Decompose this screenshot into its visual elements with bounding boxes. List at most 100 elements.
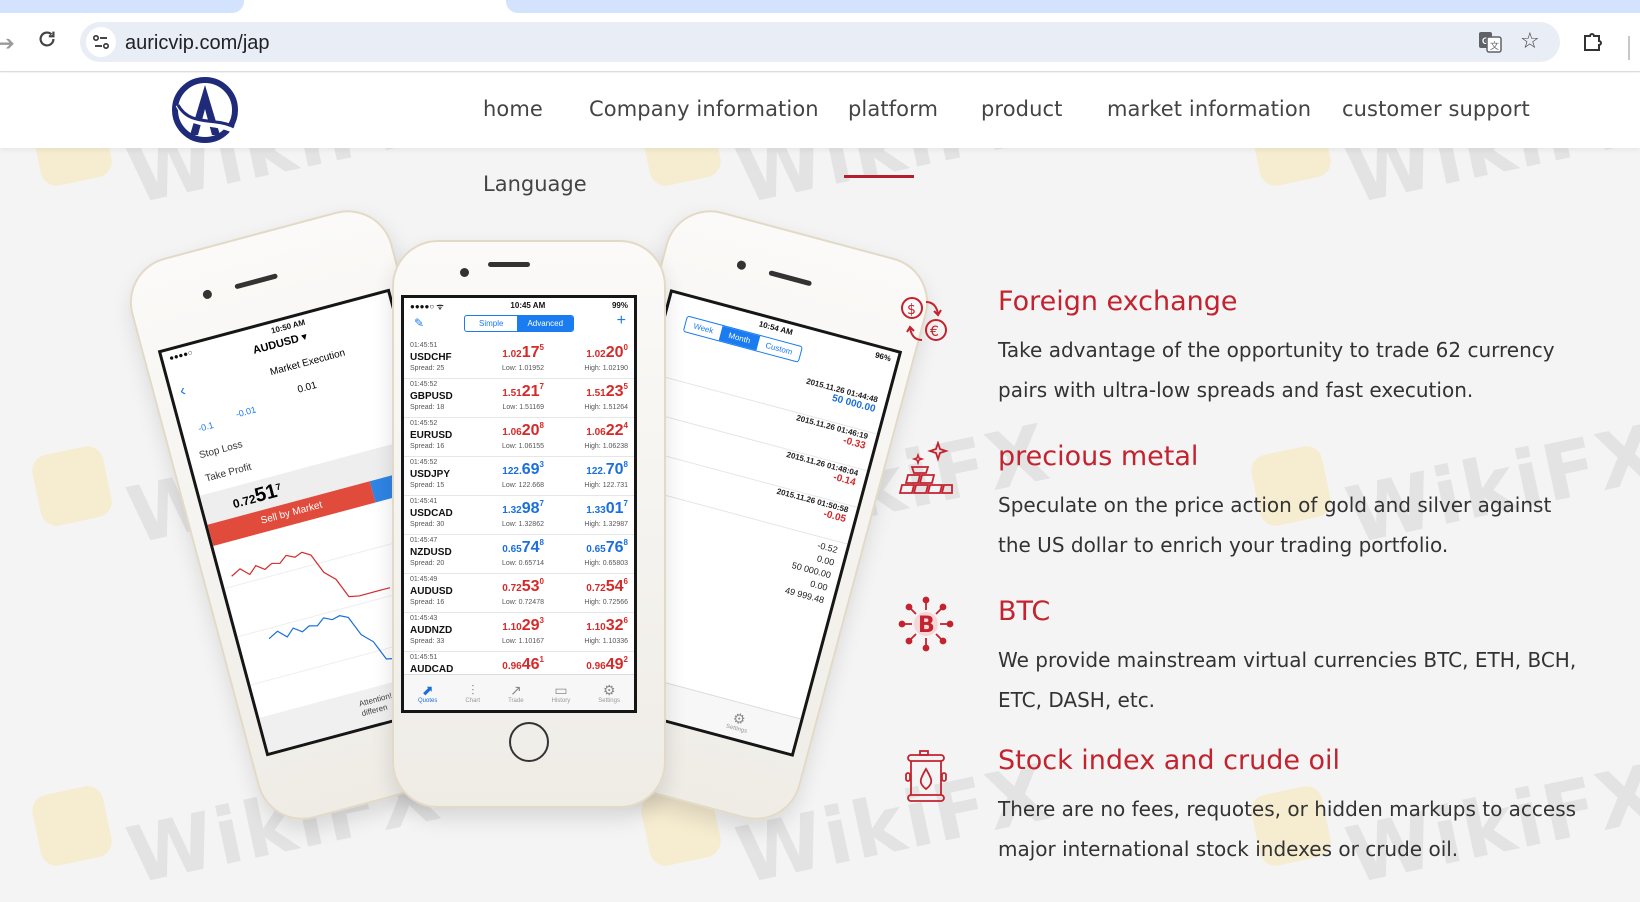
nav-home[interactable]: home [483, 97, 543, 121]
quote-row[interactable]: 01:45:47 NZDUSD Spread: 20 0.65748 Low: 0.65… [404, 535, 634, 574]
quote-high: High: 1.51264 [584, 404, 628, 411]
settings-tab-icon: ⚙ [602, 681, 616, 698]
quote-high: High: 1.10336 [584, 638, 628, 645]
execution-mode: Market Execution [268, 347, 347, 379]
quote-high: High: 1.02190 [584, 365, 628, 372]
forward-icon[interactable]: ➔ [0, 31, 15, 56]
quote-time: 01:45:52 [410, 459, 438, 466]
take-profit-label[interactable]: Take Profit [204, 462, 252, 485]
nav-language[interactable]: Language [483, 172, 587, 196]
quote-spread: Spread: 33 [410, 638, 445, 645]
quote-time: 01:45:47 [410, 537, 438, 544]
site-header: home Company information platform produc… [0, 73, 1640, 148]
quote-spread: Spread: 30 [410, 521, 445, 528]
browser-toolbar: ➔ auricvip.com/jap G 文 ☆ [0, 14, 1640, 72]
quote-low: Low: 1.06155 [501, 443, 544, 450]
tab-settings[interactable]: ⚙ Settings [598, 682, 620, 704]
product-title: Stock index and crude oil [998, 745, 1341, 776]
quote-symbol: GBPUSD [410, 391, 453, 402]
quote-spread: Spread: 15 [410, 482, 445, 489]
quote-row[interactable]: 01:45:52 USDJPY Spread: 15 122.693 Low: 122.… [404, 457, 634, 496]
quote-low: Low: 122.668 [501, 482, 544, 489]
nav-product[interactable]: product [981, 97, 1062, 121]
quote-high: High: 1.06238 [584, 443, 628, 450]
extensions-icon[interactable] [1582, 31, 1604, 53]
history-summary: -0.52 0.00 50 000.00 0.00 49 999.48 [783, 534, 839, 607]
quote-row[interactable]: 01:45:41 USDCAD Spread: 30 1.32987 Low: 1.32… [404, 496, 634, 535]
translate-icon[interactable]: G 文 [1478, 31, 1502, 53]
site-info-icon[interactable] [86, 27, 116, 57]
bid-price: 1.32987 [502, 499, 544, 517]
quote-spread: Spread: 16 [410, 599, 445, 606]
edit-pencil-icon[interactable]: ✎ [414, 316, 424, 330]
browser-tab[interactable] [0, 0, 244, 13]
svg-text:文: 文 [1490, 40, 1499, 52]
reload-icon[interactable] [36, 28, 58, 50]
quote-low: Low: 0.72478 [501, 599, 544, 606]
quote-row[interactable]: 01:45:43 AUDNZD Spread: 33 1.10293 Low: 1.10… [404, 613, 634, 652]
currency-exchange-icon: $ € [901, 297, 947, 341]
tab-trade[interactable]: ↗ Trade [508, 682, 523, 704]
bitcoin-network-icon: B [898, 596, 954, 652]
bid-line [231, 551, 391, 598]
volume-step[interactable]: -0.1 [197, 420, 215, 434]
ask-price: 1.10326 [586, 616, 628, 634]
quote-low: Low: 1.51169 [502, 404, 544, 411]
quote-time: 01:45:52 [410, 420, 438, 427]
phone-home-button [509, 722, 549, 762]
add-symbol-icon[interactable]: + [617, 312, 626, 330]
tab-history[interactable]: ▭History [552, 682, 571, 704]
tab-chart[interactable]: ⫶ Chart [465, 682, 480, 704]
quote-row[interactable]: 01:45:52 EURUSD Spread: 16 1.06208 Low: 1.06… [404, 418, 634, 457]
bid-price: 0.65748 [502, 538, 544, 556]
browser-tab[interactable] [506, 0, 1640, 13]
phone-speaker [234, 273, 279, 290]
phone-speaker [768, 270, 813, 287]
url-text[interactable]: auricvip.com/jap [125, 32, 270, 55]
bid-price: 1.06208 [502, 421, 544, 439]
bookmark-star-icon[interactable]: ☆ [1520, 29, 1540, 53]
svg-text:$: $ [907, 302, 916, 318]
phone-camera [460, 268, 469, 277]
quotes-screen: ●●●●○ ᯤ 10:45 AM 99% ✎ Simple Advanced + 0… [401, 295, 637, 713]
product-description: There are no fees, requotes, or hidden m… [998, 797, 1577, 861]
ask-price: 1.33017 [586, 499, 628, 517]
segment-advanced[interactable]: Advanced [517, 316, 574, 331]
site-logo[interactable] [170, 75, 240, 145]
quote-row[interactable]: 01:45:51 USDCHF Spread: 25 1.02175 Low: 1.01… [404, 340, 634, 379]
ask-price: 0.96492 [586, 655, 628, 673]
nav-platform[interactable]: platform [848, 97, 938, 121]
tab-settings[interactable]: ⚙ Settings [725, 708, 752, 735]
quote-symbol: USDCHF [410, 352, 452, 363]
quote-symbol: USDJPY [410, 469, 451, 480]
segment-simple[interactable]: Simple [465, 316, 517, 331]
phone-speaker [488, 262, 530, 267]
trade-tab-icon: ↗ [509, 681, 522, 698]
history-tab-icon: ▭ [554, 681, 568, 698]
nav-company-information[interactable]: Company information [589, 97, 819, 121]
view-segmented-control: Simple Advanced [464, 315, 575, 332]
nav-market-information[interactable]: market information [1107, 97, 1311, 121]
quote-high: High: 122.731 [584, 482, 628, 489]
quote-row[interactable]: 01:45:49 AUDUSD Spread: 16 0.72530 Low: 0.72… [404, 574, 634, 613]
svg-text:€: € [930, 324, 939, 340]
ask-price: 122.708 [586, 460, 628, 478]
gold-bars-icon [898, 441, 953, 494]
product-description: Take advantage of the opportunity to tra… [998, 338, 1555, 402]
tab-quotes[interactable]: ⬈ Quotes [418, 682, 437, 704]
back-icon[interactable]: ‹ [178, 382, 188, 401]
volume-step[interactable]: -0.01 [235, 404, 257, 419]
volume-value[interactable]: 0.01 [296, 380, 318, 396]
oil-barrel-icon [905, 750, 947, 802]
nav-customer-support[interactable]: customer support [1342, 97, 1530, 121]
quote-row[interactable]: 01:45:52 GBPUSD Spread: 18 1.51217 Low: 1.51… [404, 379, 634, 418]
address-bar[interactable]: auricvip.com/jap G 文 ☆ [80, 22, 1560, 62]
ask-price: 0.65768 [586, 538, 628, 556]
quote-low: Low: 1.01952 [501, 365, 544, 372]
quotes-tab-bar: ⬈ Quotes ⫶ Chart ↗ Trade ▭ History ⚙ Settings [404, 674, 634, 710]
stop-loss-label[interactable]: Stop Loss [198, 439, 244, 461]
quote-spread: Spread: 20 [410, 560, 445, 567]
bid-price: 1.51217 [502, 382, 544, 400]
phone-camera [735, 259, 747, 271]
status-bar: ●●●●○ ᯤ 10:45 AM 99% [410, 301, 628, 311]
